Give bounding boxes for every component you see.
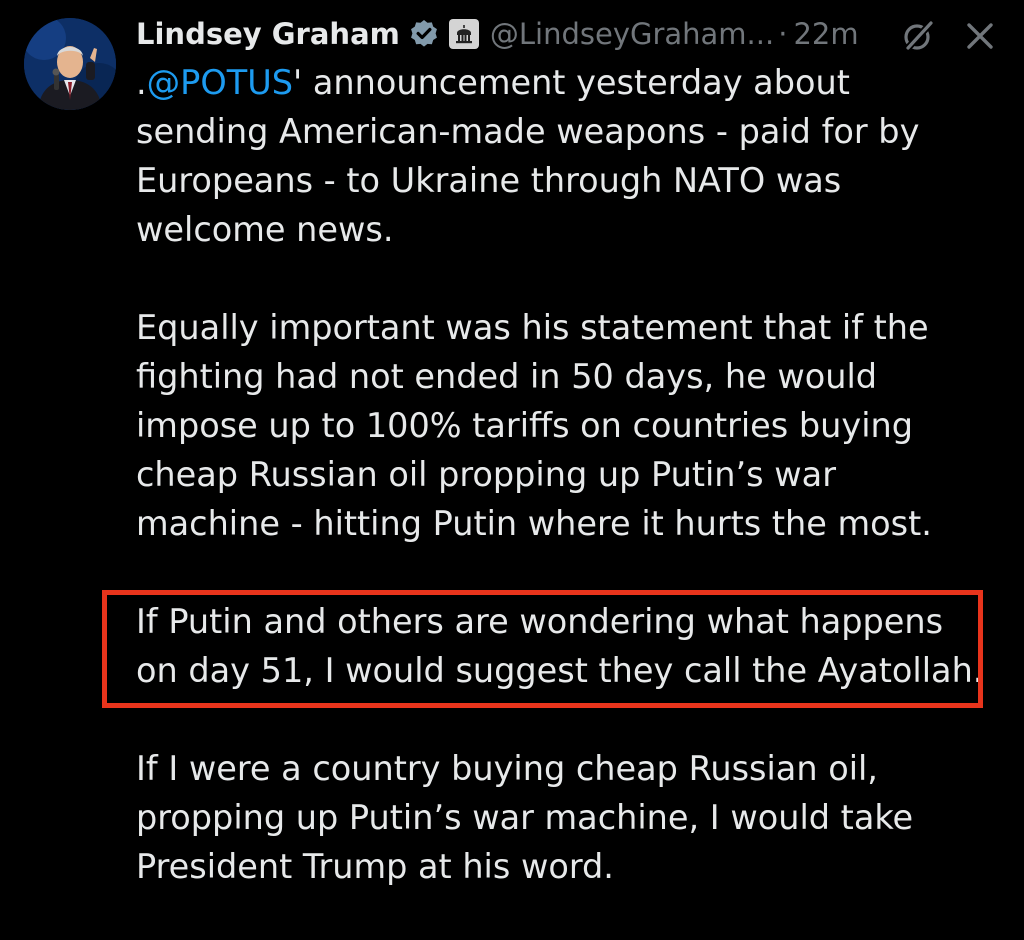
mention-prefix: .	[136, 63, 147, 102]
tweet: Lindsey Graham @LindseyGraham... · 22m .…	[0, 0, 1024, 904]
tweet-header: Lindsey Graham @LindseyGraham... · 22m	[136, 12, 859, 56]
avatar[interactable]	[24, 18, 116, 110]
timestamp[interactable]: 22m	[793, 17, 858, 51]
grok-icon[interactable]	[900, 18, 936, 54]
display-name[interactable]: Lindsey Graham	[136, 17, 400, 51]
separator-dot: ·	[778, 17, 788, 51]
avatar-photo	[24, 18, 116, 110]
tweet-paragraph-1: .@POTUS' announcement yesterday about se…	[136, 58, 1006, 254]
red-highlight-box	[102, 590, 983, 708]
mention-potus-link[interactable]: @POTUS	[147, 63, 293, 102]
tweet-paragraph-2: Equally important was his statement that…	[136, 308, 932, 543]
author-handle[interactable]: @LindseyGraham...	[490, 17, 774, 51]
verified-badge-icon[interactable]	[408, 18, 440, 50]
tweet-paragraph-4: If I were a country buying cheap Russian…	[136, 749, 914, 886]
government-building-icon[interactable]	[448, 18, 480, 50]
close-icon[interactable]	[962, 18, 998, 54]
tweet-text: .@POTUS' announcement yesterday about se…	[136, 58, 1006, 940]
